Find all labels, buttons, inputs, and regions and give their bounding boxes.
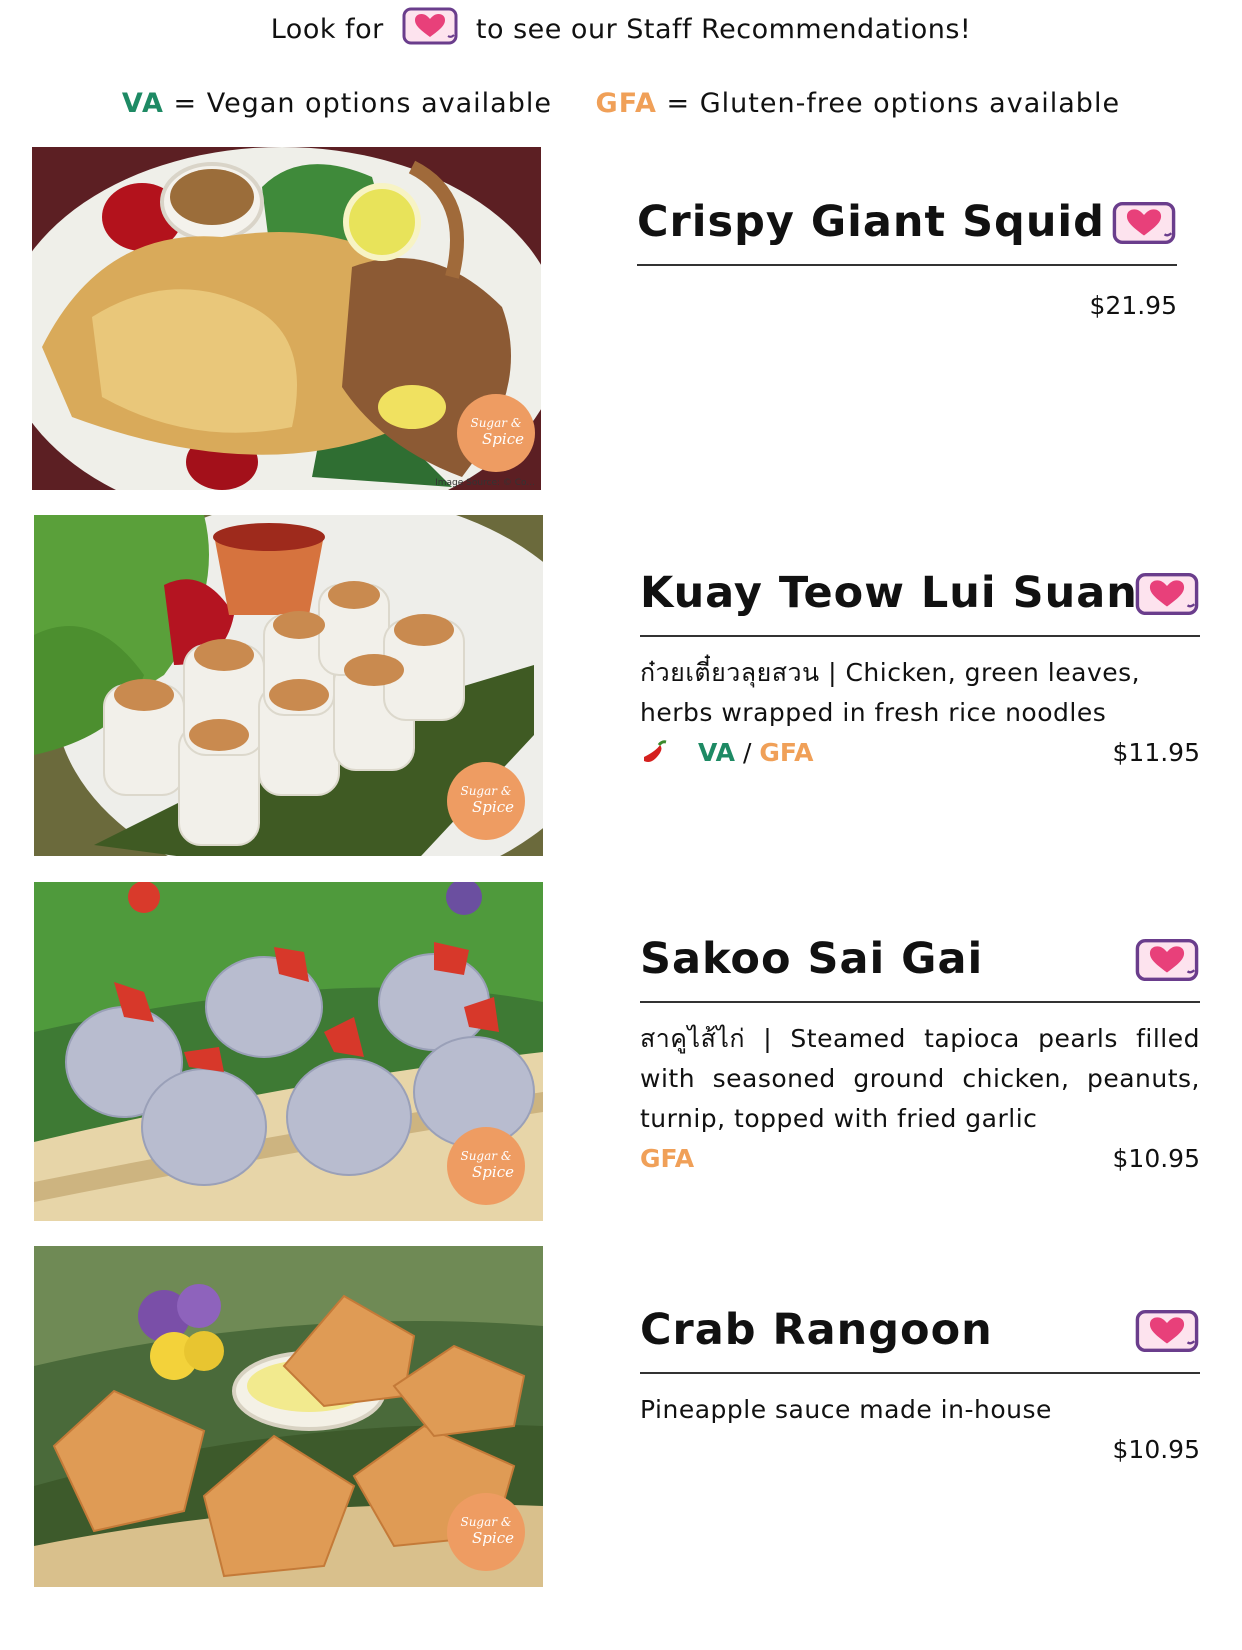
- item-meta: GFA $10.95: [640, 1139, 1200, 1179]
- sugar-and-spice-logo: Sugar & Spice: [447, 1127, 525, 1205]
- staff-pick-heart-icon: [1111, 200, 1177, 250]
- photo-credit: Image Source: © Co...: [435, 478, 535, 488]
- logo-line1: Sugar &: [460, 1149, 512, 1164]
- divider: [637, 264, 1177, 266]
- kuay-teow-lui-suan-photo: Sugar & Spice: [34, 515, 543, 856]
- menu-item-kuay-teow-lui-suan: Kuay Teow Lui Suan ก๋วยเตี๋ยวลุยสวน | Ch…: [640, 565, 1200, 773]
- item-meta: $21.95: [637, 286, 1177, 326]
- logo-line2: Spice: [482, 430, 524, 449]
- staff-pick-heart-icon: [1134, 937, 1200, 987]
- logo-line1: Sugar &: [460, 1515, 512, 1530]
- legend-va-text: = Vegan options available: [173, 88, 552, 119]
- item-price: $21.95: [1089, 291, 1177, 320]
- staff-recommendation-note: Look for to see our Staff Recommendation…: [0, 6, 1242, 53]
- heart-badge-icon: [401, 6, 459, 53]
- legend-gfa-text: = Gluten-free options available: [666, 88, 1121, 119]
- item-name: Kuay Teow Lui Suan: [640, 568, 1138, 618]
- item-name: Crispy Giant Squid: [637, 197, 1105, 247]
- item-name: Crab Rangoon: [640, 1305, 993, 1355]
- item-price: $10.95: [1112, 1144, 1200, 1173]
- divider: [640, 1001, 1200, 1003]
- spicy-chili-icon: [640, 737, 668, 777]
- menu-item-crispy-giant-squid: Crispy Giant Squid $21.95: [637, 194, 1177, 326]
- staff-pick-heart-icon: [1134, 571, 1200, 621]
- gluten-free-tag: GFA: [759, 738, 814, 767]
- item-name: Sakoo Sai Gai: [640, 934, 984, 984]
- sugar-and-spice-logo: Sugar & Spice: [447, 1493, 525, 1571]
- menu-item-crab-rangoon: Crab Rangoon Pineapple sauce made in-hou…: [640, 1302, 1200, 1470]
- logo-line1: Sugar &: [470, 416, 522, 431]
- crispy-giant-squid-photo: Sugar & Spice Image Source: © Co...: [32, 147, 541, 490]
- logo-line2: Spice: [472, 798, 514, 817]
- legend-gfa-code: GFA: [595, 88, 657, 119]
- logo-line2: Spice: [472, 1529, 514, 1548]
- item-description: Pineapple sauce made in-house: [640, 1395, 1052, 1424]
- gluten-free-tag: GFA: [640, 1144, 695, 1173]
- note-text-before: Look for: [270, 14, 384, 45]
- item-meta: VA / GFA $11.95: [640, 733, 1200, 773]
- item-price: $10.95: [1112, 1435, 1200, 1464]
- dietary-legend: VA = Vegan options available GFA = Glute…: [0, 88, 1242, 119]
- sakoo-sai-gai-photo: Sugar & Spice: [34, 882, 543, 1221]
- logo-line1: Sugar &: [460, 784, 512, 799]
- item-meta: $10.95: [640, 1430, 1200, 1470]
- legend-va-code: VA: [121, 88, 164, 119]
- tag-separator: /: [742, 738, 752, 767]
- sugar-and-spice-logo: Sugar & Spice: [457, 394, 535, 472]
- staff-pick-heart-icon: [1134, 1308, 1200, 1358]
- menu-item-sakoo-sai-gai: Sakoo Sai Gai สาคูไส้ไก่ | Steamed tapio…: [640, 931, 1200, 1179]
- divider: [640, 635, 1200, 637]
- item-description: ก๋วยเตี๋ยวลุยสวน | Chicken, green leaves…: [640, 658, 1141, 727]
- item-description: สาคูไส้ไก่ | Steamed tapioca pearls fill…: [640, 1024, 1200, 1133]
- divider: [640, 1372, 1200, 1374]
- crab-rangoon-photo: Sugar & Spice: [34, 1246, 543, 1587]
- item-price: $11.95: [1112, 738, 1200, 767]
- logo-line2: Spice: [472, 1163, 514, 1182]
- sugar-and-spice-logo: Sugar & Spice: [447, 762, 525, 840]
- vegan-tag: VA: [697, 738, 735, 767]
- note-text-after: to see our Staff Recommendations!: [475, 14, 972, 45]
